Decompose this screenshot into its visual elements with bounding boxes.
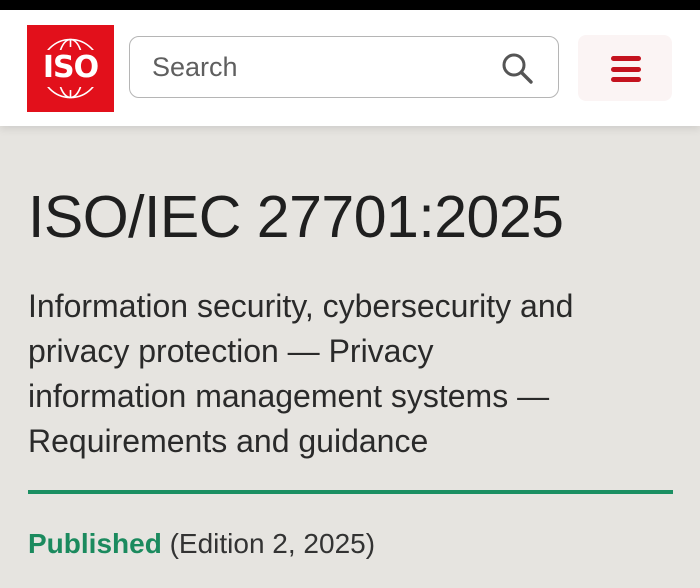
search-input[interactable]	[152, 49, 482, 85]
status-label: Published	[28, 528, 162, 559]
section-divider	[28, 490, 673, 494]
iso-logo[interactable]: ISO	[27, 25, 114, 112]
top-edge-bar	[0, 0, 700, 10]
logo-text: ISO	[42, 50, 99, 85]
document-subtitle: Information security, cybersecurity and …	[28, 288, 574, 459]
edition-info: (Edition 2, 2025)	[169, 528, 376, 559]
page-title: ISO/IEC 27701:2025	[28, 184, 564, 250]
menu-button[interactable]	[578, 35, 672, 101]
publication-status: Published (Edition 2, 2025)	[28, 524, 375, 564]
site-header: ISO	[0, 10, 700, 126]
hamburger-menu-icon	[611, 56, 641, 82]
search-box[interactable]	[129, 36, 559, 98]
search-icon[interactable]	[500, 51, 534, 85]
